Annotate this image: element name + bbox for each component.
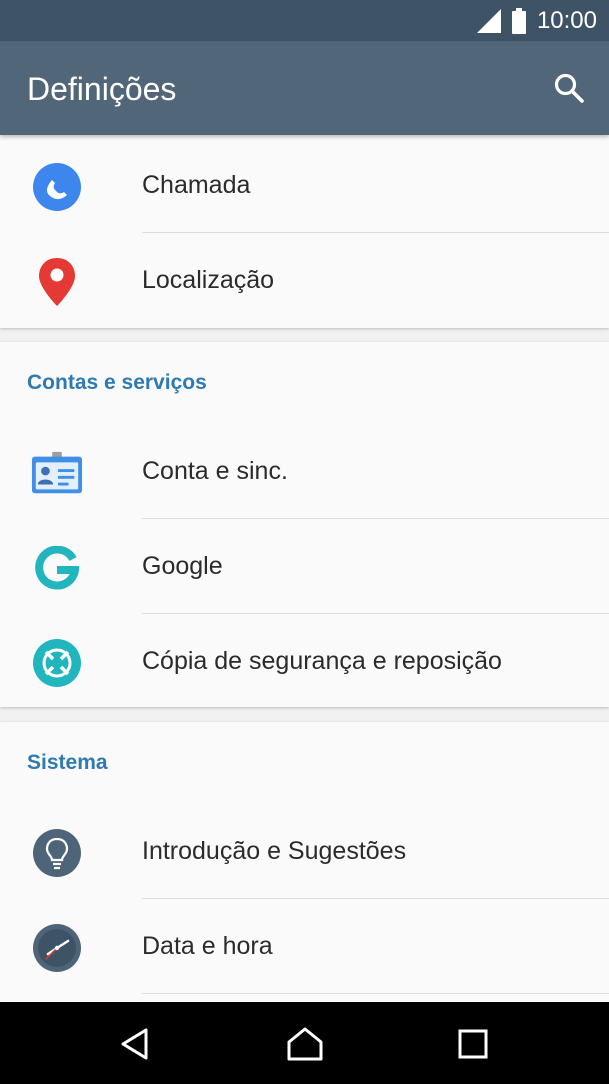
navigation-bar xyxy=(0,1002,609,1084)
status-icons: 10:00 xyxy=(475,0,597,41)
settings-item-chamada[interactable]: Chamada xyxy=(0,138,609,233)
settings-item-data-hora[interactable]: Data e hora xyxy=(0,899,609,994)
settings-card: Chamada Localização xyxy=(0,135,609,328)
recents-button[interactable] xyxy=(447,1018,499,1070)
signal-icon xyxy=(476,8,501,33)
settings-item-label: Localização xyxy=(142,266,275,294)
settings-item-label: Conta e sinc. xyxy=(142,457,288,485)
settings-list[interactable]: Chamada Localização Contas e serviços Co… xyxy=(0,135,609,1002)
app-bar: Definições xyxy=(0,41,609,135)
home-button[interactable] xyxy=(279,1018,331,1070)
battery-icon xyxy=(511,7,526,34)
google-icon xyxy=(31,542,83,594)
phone-icon xyxy=(31,161,83,213)
settings-item-introducao-sugestoes[interactable]: Introdução e Sugestões xyxy=(0,804,609,899)
settings-item-label: Google xyxy=(142,552,223,580)
settings-item-backup[interactable]: Cópia de segurança e reposição xyxy=(0,614,609,709)
settings-item-google[interactable]: Google xyxy=(0,519,609,614)
search-icon xyxy=(554,73,584,103)
location-pin-icon xyxy=(31,256,83,308)
search-button[interactable] xyxy=(549,68,589,108)
back-icon xyxy=(121,1028,148,1060)
settings-item-label: Chamada xyxy=(142,171,251,199)
settings-card: Sistema Introdução e Sugestões Data e ho… xyxy=(0,722,609,1002)
settings-item-label: Cópia de segurança e reposição xyxy=(142,647,502,675)
clock-icon xyxy=(31,922,83,974)
account-card-icon xyxy=(31,447,83,499)
backup-icon xyxy=(31,637,83,689)
settings-item-conta-sinc[interactable]: Conta e sinc. xyxy=(0,424,609,519)
section-header: Sistema xyxy=(27,751,108,774)
section-header: Contas e serviços xyxy=(27,371,207,394)
divider xyxy=(142,993,609,994)
clock-time: 10:00 xyxy=(536,6,597,34)
settings-item-label: Data e hora xyxy=(142,932,273,960)
settings-card: Contas e serviços Conta e sinc. Google C… xyxy=(0,342,609,707)
lightbulb-icon xyxy=(31,827,83,879)
recents-icon xyxy=(458,1029,488,1059)
settings-item-label: Introdução e Sugestões xyxy=(142,837,407,865)
page-title: Definições xyxy=(27,71,177,107)
settings-item-localizacao[interactable]: Localização xyxy=(0,233,609,328)
home-icon xyxy=(287,1027,323,1061)
back-button[interactable] xyxy=(109,1018,161,1070)
status-bar: 10:00 xyxy=(0,0,609,41)
